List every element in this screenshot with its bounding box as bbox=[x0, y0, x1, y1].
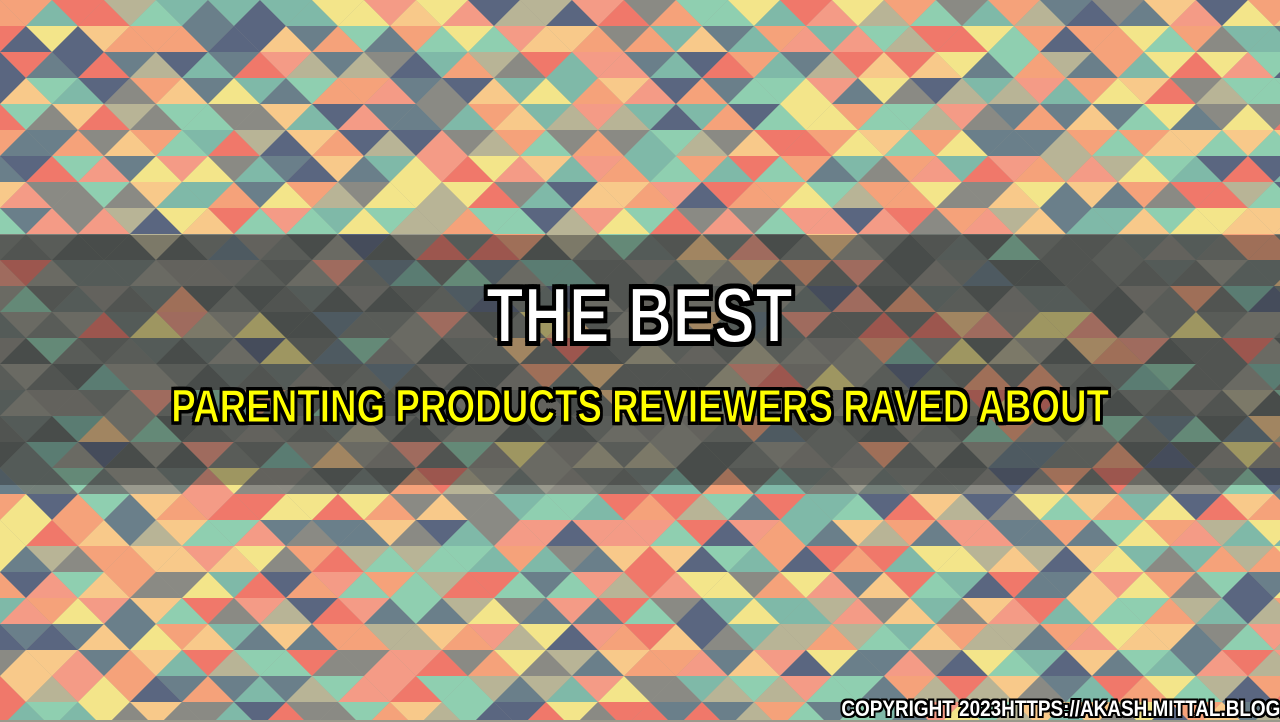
page-subtitle: PARENTING PRODUCTS REVIEWERS RAVED ABOUT bbox=[171, 380, 1110, 433]
title-container: THE BEST bbox=[0, 270, 1280, 360]
page-title: THE BEST bbox=[486, 270, 794, 360]
subtitle-container: PARENTING PRODUCTS REVIEWERS RAVED ABOUT bbox=[0, 378, 1280, 434]
copyright-notice: COPYRIGHT 2023HTTPS://AKASH.MITTAL.BLOG/ bbox=[841, 696, 1280, 721]
